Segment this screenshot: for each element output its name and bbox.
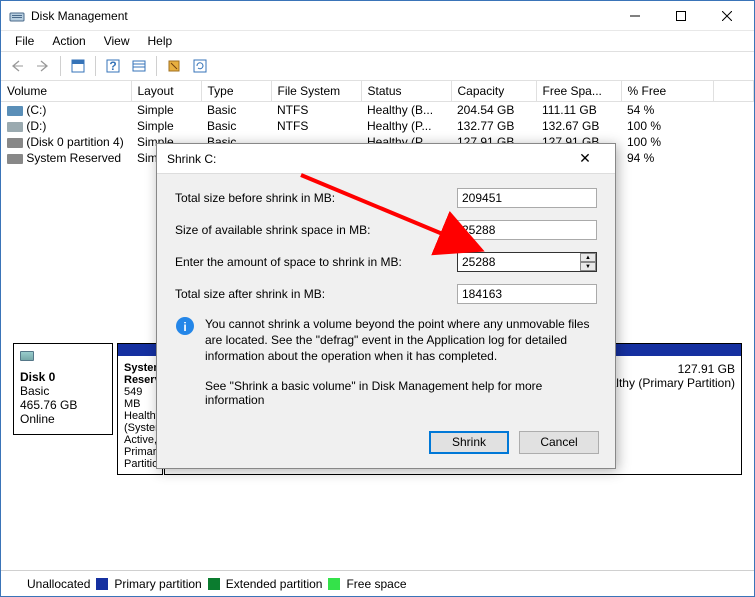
field-shrink-amount[interactable] (457, 252, 597, 272)
volume-icon (7, 154, 23, 164)
menu-view[interactable]: View (96, 32, 138, 50)
volume-icon (7, 122, 23, 132)
titlebar: Disk Management (1, 1, 754, 31)
volume-name: (D:) (26, 119, 46, 133)
col-layout[interactable]: Layout (131, 81, 201, 102)
field-total-after (457, 284, 597, 304)
menubar: File Action View Help (1, 31, 754, 51)
maximize-button[interactable] (658, 2, 704, 30)
disk-name: Disk 0 (20, 370, 106, 384)
menu-help[interactable]: Help (140, 32, 181, 50)
cell: 204.54 GB (451, 102, 536, 119)
table-row[interactable]: (C:) Simple Basic NTFS Healthy (B... 204… (1, 102, 754, 119)
cell: 100 % (621, 134, 714, 150)
legend-label: Unallocated (27, 577, 90, 591)
partition-size: 549 MB (124, 386, 156, 410)
shrink-dialog: Shrink C: ✕ Total size before shrink in … (156, 143, 616, 469)
col-pct[interactable]: % Free (621, 81, 714, 102)
cell: 94 % (621, 150, 714, 166)
svg-text:i: i (183, 320, 186, 334)
spinner-down-button[interactable]: ▼ (580, 262, 596, 271)
window-title: Disk Management (31, 9, 612, 23)
col-status[interactable]: Status (361, 81, 451, 102)
cell: Basic (201, 118, 271, 134)
cell: Basic (201, 102, 271, 119)
shrink-button[interactable]: Shrink (429, 431, 509, 454)
cell: 111.11 GB (536, 102, 621, 119)
spinner-up-button[interactable]: ▲ (580, 253, 596, 262)
toolbar: ? (1, 51, 754, 81)
partition-status: Healthy (System, Active, Primary Partiti… (124, 410, 156, 470)
col-type[interactable]: Type (201, 81, 271, 102)
label-amount: Enter the amount of space to shrink in M… (175, 255, 457, 269)
cell: 132.67 GB (536, 118, 621, 134)
field-available (457, 220, 597, 240)
app-icon (9, 8, 25, 24)
volume-name: (C:) (26, 103, 46, 117)
toolbar-separator (60, 56, 61, 76)
dialog-titlebar[interactable]: Shrink C: ✕ (157, 144, 615, 174)
disk-type: Basic (20, 384, 106, 398)
toolbar-separator (95, 56, 96, 76)
close-button[interactable] (704, 2, 750, 30)
cell: Simple (131, 102, 201, 119)
svg-text:?: ? (109, 59, 116, 73)
column-headers[interactable]: Volume Layout Type File System Status Ca… (1, 81, 754, 102)
menu-action[interactable]: Action (44, 32, 93, 50)
cell: NTFS (271, 118, 361, 134)
cell: Healthy (P... (361, 118, 451, 134)
back-button[interactable] (5, 54, 29, 78)
legend-label: Extended partition (226, 577, 323, 591)
forward-button[interactable] (31, 54, 55, 78)
cell: 132.77 GB (451, 118, 536, 134)
swatch-extended (208, 578, 220, 590)
disk-info-panel[interactable]: Disk 0 Basic 465.76 GB Online (13, 343, 113, 435)
legend-label: Primary partition (114, 577, 201, 591)
cancel-button[interactable]: Cancel (519, 431, 599, 454)
legend-label: Free space (346, 577, 406, 591)
field-total-before (457, 188, 597, 208)
info-icon: i (175, 316, 195, 365)
swatch-free (328, 578, 340, 590)
disk-icon (20, 348, 44, 368)
dialog-title: Shrink C: (167, 152, 565, 166)
col-extra[interactable] (714, 81, 754, 102)
volume-icon (7, 106, 23, 116)
cell: Healthy (B... (361, 102, 451, 119)
properties-button[interactable] (162, 54, 186, 78)
volume-name: System Reserved (26, 151, 121, 165)
list-view-button[interactable] (127, 54, 151, 78)
col-free[interactable]: Free Spa... (536, 81, 621, 102)
refresh-button[interactable] (188, 54, 212, 78)
cell: 54 % (621, 102, 714, 119)
cell: Simple (131, 118, 201, 134)
swatch-primary (96, 578, 108, 590)
dialog-close-button[interactable]: ✕ (565, 145, 605, 173)
toolbar-separator (156, 56, 157, 76)
help-button[interactable]: ? (101, 54, 125, 78)
menu-file[interactable]: File (7, 32, 42, 50)
col-volume[interactable]: Volume (1, 81, 131, 102)
cell: 100 % (621, 118, 714, 134)
col-capacity[interactable]: Capacity (451, 81, 536, 102)
table-row[interactable]: (D:) Simple Basic NTFS Healthy (P... 132… (1, 118, 754, 134)
disk-state: Online (20, 412, 106, 426)
view-button[interactable] (66, 54, 90, 78)
volume-name: (Disk 0 partition 4) (26, 135, 123, 149)
partition-label: System Reserved (124, 362, 156, 386)
col-fs[interactable]: File System (271, 81, 361, 102)
help-text: See "Shrink a basic volume" in Disk Mana… (205, 379, 597, 407)
label-total-after: Total size after shrink in MB: (175, 287, 457, 301)
cell: NTFS (271, 102, 361, 119)
disk-size: 465.76 GB (20, 398, 106, 412)
minimize-button[interactable] (612, 2, 658, 30)
volume-icon (7, 138, 23, 148)
label-total-before: Total size before shrink in MB: (175, 191, 457, 205)
info-text: You cannot shrink a volume beyond the po… (205, 316, 597, 365)
label-available: Size of available shrink space in MB: (175, 223, 457, 237)
swatch-unallocated (9, 578, 21, 590)
legend: Unallocated Primary partition Extended p… (1, 570, 754, 596)
